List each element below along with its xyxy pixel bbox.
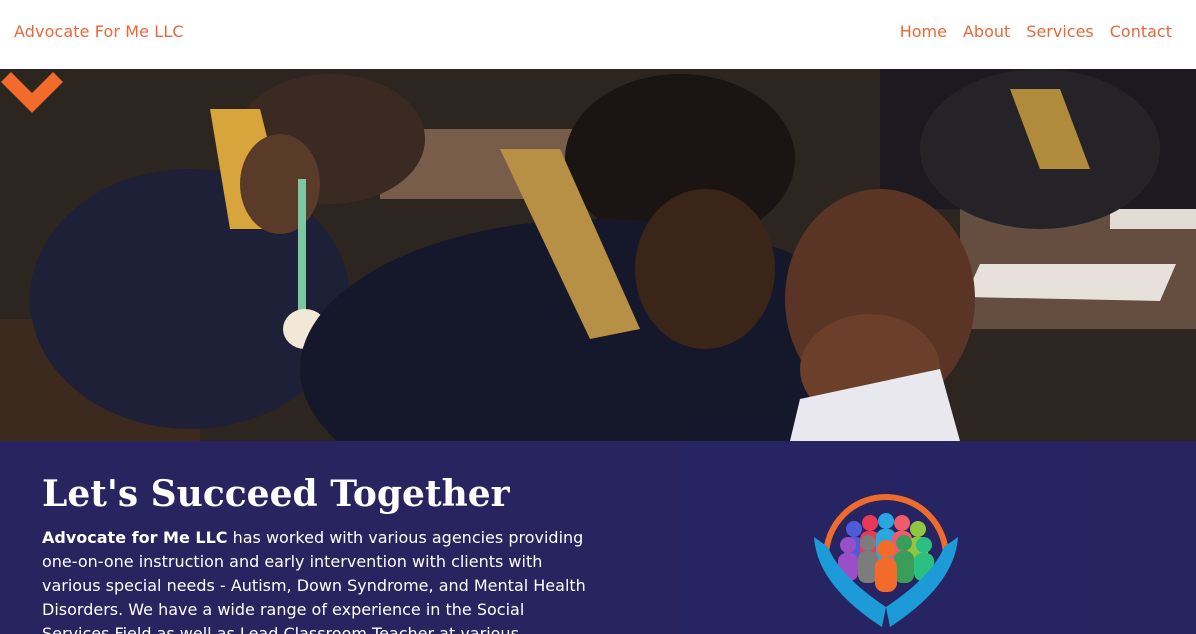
classroom-photo bbox=[0, 69, 1196, 441]
nav-about[interactable]: About bbox=[963, 22, 1010, 41]
chevron-down-icon[interactable] bbox=[0, 69, 64, 115]
community-hands-logo bbox=[814, 494, 958, 627]
intro-paragraph: Advocate for Me LLC has worked with vari… bbox=[42, 526, 590, 634]
main-menu: Home About Services Contact bbox=[900, 22, 1172, 41]
brand-link[interactable]: Advocate For Me LLC bbox=[14, 22, 184, 41]
top-nav: Advocate For Me LLC Home About Services … bbox=[0, 0, 1196, 69]
section-title: Let's Succeed Together bbox=[42, 473, 510, 515]
nav-services[interactable]: Services bbox=[1026, 22, 1093, 41]
intro-section: Let's Succeed Together Advocate for Me L… bbox=[0, 441, 1196, 634]
company-name: Advocate for Me LLC bbox=[42, 528, 228, 547]
nav-home[interactable]: Home bbox=[900, 22, 947, 41]
nav-contact[interactable]: Contact bbox=[1110, 22, 1172, 41]
hero-image bbox=[0, 69, 1196, 441]
